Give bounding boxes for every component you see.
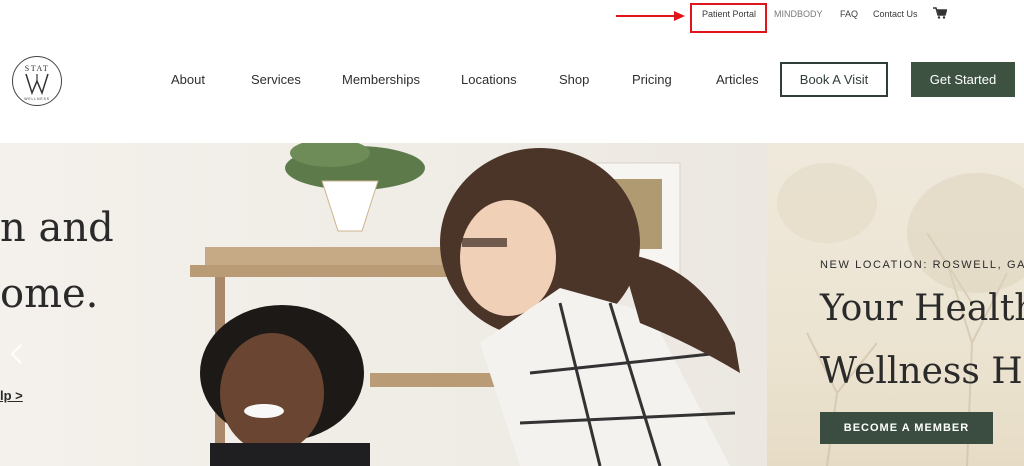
nav-locations[interactable]: Locations [461,72,517,87]
hero-left-line-1: n and [0,205,114,251]
contact-us-link[interactable]: Contact Us [873,9,918,19]
cart-icon[interactable] [933,7,947,19]
nav-memberships[interactable]: Memberships [342,72,420,87]
hero-right-title-line-1: Your Health [820,288,1024,329]
hero-photo [0,143,767,466]
nav-pricing[interactable]: Pricing [632,72,672,87]
utility-bar: Patient Portal MINDBODY FAQ Contact Us [0,0,1024,34]
logo-bottom-text: WELLNESS [24,97,49,101]
patient-portal-link[interactable]: Patient Portal [702,9,756,19]
hero-carousel: n and ome. lp > NEW LOCATION: ROSWELL, G… [0,143,1024,466]
stat-wellness-logo[interactable]: STAT WELLNESS [11,55,63,107]
logo-top-text: STAT [25,64,49,73]
hero-left-line-2: ome. [0,271,99,317]
nav-articles[interactable]: Articles [716,72,759,87]
annotation-arrow-icon [616,11,685,21]
book-a-visit-button[interactable]: Book A Visit [780,62,888,97]
get-started-button[interactable]: Get Started [911,62,1015,97]
nav-services[interactable]: Services [251,72,301,87]
nav-shop[interactable]: Shop [559,72,589,87]
hero-left-link[interactable]: lp > [0,388,23,403]
chevron-left-icon[interactable] [8,343,26,365]
mindbody-link[interactable]: MINDBODY [774,9,823,19]
nav-about[interactable]: About [171,72,205,87]
become-a-member-button[interactable]: BECOME A MEMBER [820,412,993,444]
hero-right-title-line-2: Wellness H [820,351,1023,392]
faq-link[interactable]: FAQ [840,9,858,19]
new-location-eyebrow: NEW LOCATION: ROSWELL, GA [820,259,1024,271]
